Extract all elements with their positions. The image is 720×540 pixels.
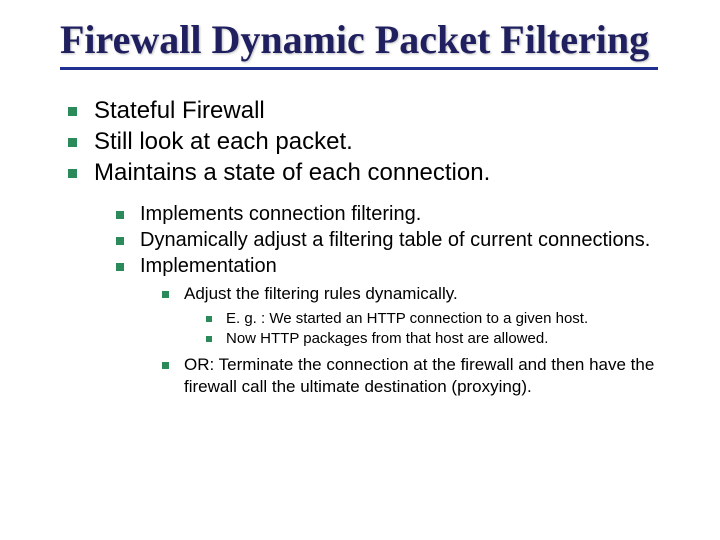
list-item: OR: Terminate the connection at the fire… [162, 354, 680, 398]
bullet-icon [116, 237, 124, 245]
bullet-list-level-1: Stateful Firewall Still look at each pac… [68, 96, 680, 398]
list-item-text: Maintains a state of each connection. [94, 159, 490, 186]
slide-title: Firewall Dynamic Packet Filtering [60, 18, 680, 61]
list-item: Dynamically adjust a filtering table of … [116, 228, 680, 254]
title-underline [60, 67, 658, 70]
list-item-text: Stateful Firewall [94, 97, 265, 124]
list-item: Implementation Adjust the filtering rule… [116, 254, 680, 399]
list-item-text: Now HTTP packages from that host are all… [226, 330, 548, 347]
list-item: Maintains a state of each connection. Im… [68, 158, 680, 399]
list-item: Implements connection filtering. [116, 202, 680, 228]
list-item-text: Implements connection filtering. [140, 203, 421, 225]
list-item: E. g. : We started an HTTP connection to… [206, 309, 680, 329]
list-item: Stateful Firewall [68, 96, 680, 127]
list-item-text: E. g. : We started an HTTP connection to… [226, 310, 588, 327]
bullet-icon [162, 291, 169, 298]
list-item: Still look at each packet. [68, 127, 680, 158]
bullet-icon [68, 169, 77, 178]
list-item-text: Dynamically adjust a filtering table of … [140, 229, 650, 251]
list-item-text: OR: Terminate the connection at the fire… [184, 355, 654, 396]
list-item-text: Implementation [140, 255, 277, 277]
bullet-list-level-4: E. g. : We started an HTTP connection to… [206, 309, 680, 348]
list-item: Adjust the filtering rules dynamically. … [162, 283, 680, 348]
bullet-icon [68, 107, 77, 116]
bullet-icon [206, 316, 212, 322]
list-item: Now HTTP packages from that host are all… [206, 329, 680, 349]
list-item-text: Still look at each packet. [94, 128, 353, 155]
bullet-icon [206, 336, 212, 342]
bullet-icon [116, 211, 124, 219]
slide: Firewall Dynamic Packet Filtering Statef… [0, 0, 720, 540]
bullet-icon [116, 263, 124, 271]
bullet-list-level-3: Adjust the filtering rules dynamically. … [162, 283, 680, 348]
bullet-list-level-2: Implements connection filtering. Dynamic… [116, 202, 680, 398]
bullet-icon [162, 362, 169, 369]
list-item-text: Adjust the filtering rules dynamically. [184, 284, 458, 303]
bullet-list-level-3: OR: Terminate the connection at the fire… [162, 354, 680, 398]
bullet-icon [68, 138, 77, 147]
